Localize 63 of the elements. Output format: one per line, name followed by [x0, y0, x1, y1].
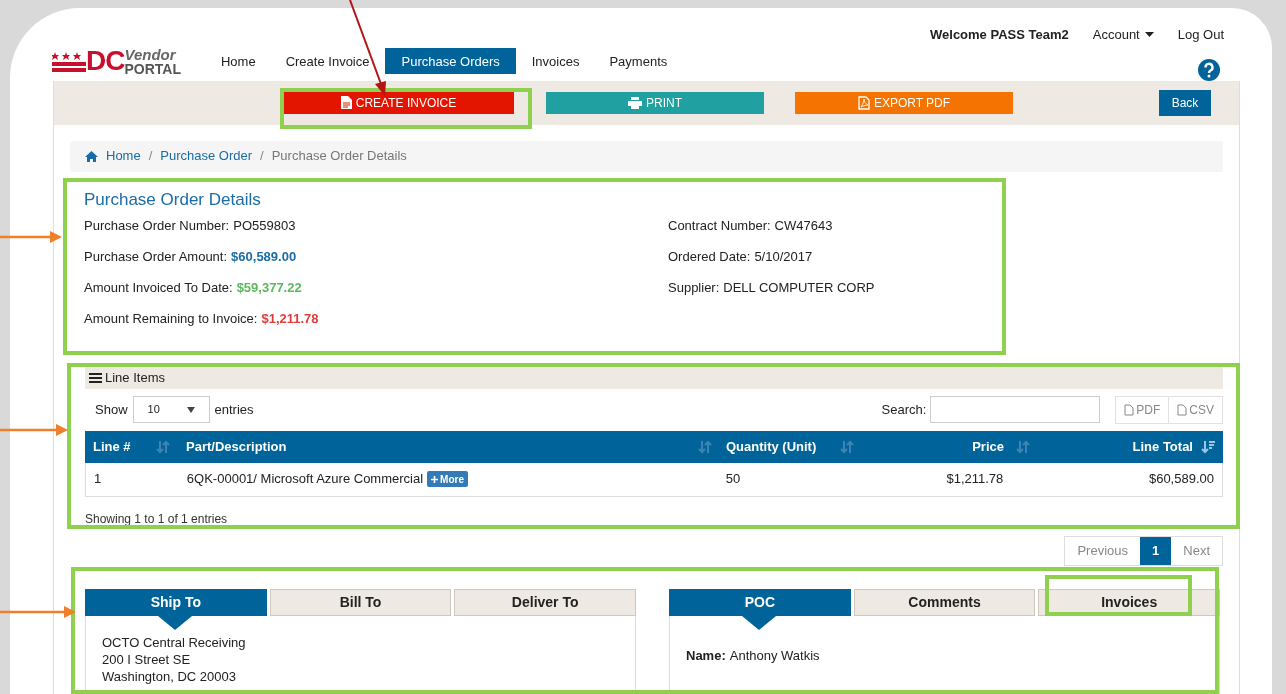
column-header[interactable]: Line Total	[1040, 430, 1223, 463]
table-info: Showing 1 to 1 of 1 entries	[85, 510, 228, 528]
field-label: Purchase Order Amount:	[84, 248, 228, 267]
breadcrumb-current: Purchase Order Details	[271, 147, 407, 166]
address-line: 200 I Street SE	[102, 650, 192, 668]
breadcrumb-link[interactable]: Home	[106, 146, 141, 166]
field-value: 5/10/2017	[754, 248, 813, 267]
table-cell-text: $60,589.00	[1148, 470, 1214, 489]
account-menu[interactable]: Account	[1092, 25, 1154, 45]
column-header[interactable]: Quantity (Unit)	[720, 430, 860, 463]
logout-link[interactable]: Log Out	[1177, 25, 1224, 45]
page-button[interactable]: Next	[1171, 536, 1222, 565]
column-header[interactable]: Part/Description	[180, 430, 720, 463]
field-value: $59,377.22	[236, 279, 302, 298]
table-cell-text: 50	[725, 470, 741, 489]
table-cell-text: $1,211.78	[946, 470, 1004, 489]
column-header[interactable]: Price	[860, 430, 1040, 463]
page-button[interactable]: Previous	[1065, 536, 1141, 565]
address-line: Washington, DC 20003	[102, 667, 237, 685]
export-button[interactable]: CSV	[1169, 396, 1222, 423]
export-button[interactable]: PDF	[1116, 396, 1170, 423]
action-button[interactable]: CREATE INVOICE	[283, 91, 514, 114]
field-value: PO559803	[233, 217, 296, 236]
field-label: Supplier:	[668, 279, 720, 298]
entries-label: entries	[214, 400, 254, 419]
breadcrumb-separator: /	[148, 147, 153, 166]
field-label: Name:	[686, 646, 726, 665]
breadcrumb-separator: /	[260, 147, 264, 166]
field-value: $60,589.00	[231, 248, 297, 267]
search-label: Search:	[881, 400, 927, 419]
logo-text: DC	[86, 47, 125, 76]
table-cell-text: 1	[94, 470, 102, 489]
field-label: Purchase Order Number:	[84, 217, 230, 236]
field-label: Contract Number:	[668, 217, 771, 236]
welcome-text: Welcome PASS Team2	[930, 26, 1069, 44]
tab[interactable]: Comments	[853, 588, 1036, 616]
tab[interactable]: Bill To	[269, 588, 452, 616]
back-button[interactable]: Back	[1159, 89, 1211, 116]
nav-link[interactable]: Payments	[595, 48, 682, 75]
field-label: Amount Invoiced To Date:	[84, 279, 233, 298]
table-cell-text: 6QK-00001/ Microsoft Azure Commercial	[186, 470, 424, 489]
field-value: CW47643	[774, 217, 833, 236]
nav-link[interactable]: Purchase Orders	[385, 48, 516, 75]
address-line: OCTO Central Receiving	[102, 633, 247, 651]
tab[interactable]: Deliver To	[454, 588, 636, 616]
panel-title: Line Items	[105, 368, 165, 387]
nav-link[interactable]: Home	[206, 48, 270, 75]
field-label: Ordered Date:	[668, 248, 751, 267]
breadcrumb-link[interactable]: Purchase Order	[160, 146, 253, 166]
field-label: Amount Remaining to Invoice:	[84, 310, 258, 329]
field-value: DELL COMPUTER CORP	[723, 279, 875, 298]
nav-link[interactable]: Invoices	[517, 48, 594, 75]
section-title: Purchase Order Details	[84, 188, 262, 211]
nav-link[interactable]: Create Invoice	[271, 48, 384, 75]
more-button[interactable]: More	[427, 471, 468, 487]
logo-text: PORTAL	[124, 61, 181, 76]
field-value: Anthony Watkis	[729, 646, 820, 665]
logo-text: Vendor	[124, 46, 178, 62]
page-button[interactable]: 1	[1140, 536, 1172, 565]
column-header[interactable]: Line #	[85, 430, 180, 463]
show-label: Show	[95, 400, 128, 419]
entries-select[interactable]: 10	[132, 396, 210, 423]
field-value: $1,211.78	[261, 310, 319, 329]
